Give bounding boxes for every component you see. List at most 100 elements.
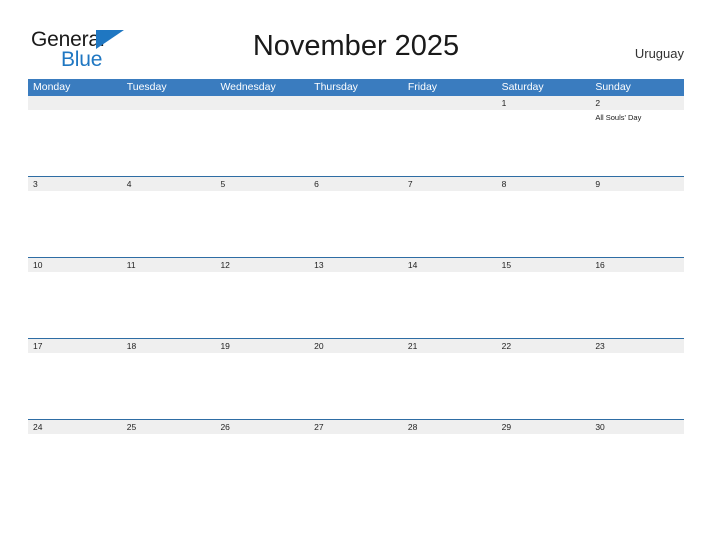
day-number[interactable]: 27 xyxy=(309,420,403,434)
day-number-empty xyxy=(28,96,122,110)
day-number[interactable]: 17 xyxy=(28,339,122,353)
day-cell[interactable] xyxy=(215,110,309,176)
weekday-header-wednesday: Wednesday xyxy=(220,81,276,93)
page-header: General Blue November 2025 Uruguay xyxy=(0,0,712,78)
day-number[interactable]: 14 xyxy=(403,258,497,272)
day-cell[interactable] xyxy=(215,434,309,500)
day-cell[interactable] xyxy=(403,110,497,176)
day-cell[interactable] xyxy=(309,110,403,176)
day-cell[interactable] xyxy=(122,191,216,257)
day-number[interactable]: 18 xyxy=(122,339,216,353)
day-number[interactable]: 13 xyxy=(309,258,403,272)
day-number[interactable]: 26 xyxy=(215,420,309,434)
weekday-header-saturday: Saturday xyxy=(501,81,544,93)
calendar-week-row: 17 18 19 20 21 22 23 xyxy=(28,338,684,419)
day-cell[interactable] xyxy=(122,353,216,419)
day-number[interactable]: 23 xyxy=(590,339,684,353)
calendar-week-row: 24 25 26 27 28 29 30 xyxy=(28,419,684,500)
day-cell[interactable] xyxy=(590,272,684,338)
day-cell[interactable] xyxy=(497,434,591,500)
day-number[interactable]: 21 xyxy=(403,339,497,353)
week-date-band: 24 25 26 27 28 29 30 xyxy=(28,419,684,434)
day-cell[interactable] xyxy=(497,110,591,176)
day-number[interactable]: 24 xyxy=(28,420,122,434)
day-number[interactable]: 28 xyxy=(403,420,497,434)
day-number[interactable]: 5 xyxy=(215,177,309,191)
day-cell[interactable] xyxy=(28,272,122,338)
day-number[interactable]: 7 xyxy=(403,177,497,191)
day-cell[interactable] xyxy=(590,434,684,500)
day-number-empty xyxy=(309,96,403,110)
day-number[interactable]: 10 xyxy=(28,258,122,272)
day-cell[interactable] xyxy=(309,353,403,419)
day-cell[interactable] xyxy=(590,191,684,257)
weekday-header-friday: Friday xyxy=(407,81,438,93)
day-cell[interactable] xyxy=(215,191,309,257)
page-title: November 2025 xyxy=(252,30,460,62)
calendar-week-row: 1 2 All Souls' Day xyxy=(28,96,684,176)
day-number[interactable]: 29 xyxy=(497,420,591,434)
day-number[interactable]: 20 xyxy=(309,339,403,353)
weekday-header-tuesday: Tuesday xyxy=(126,81,167,93)
day-cell[interactable] xyxy=(28,434,122,500)
calendar-grid: Monday Tuesday Wednesday Thursday Friday… xyxy=(28,79,684,500)
day-cell[interactable] xyxy=(28,353,122,419)
day-number[interactable]: 19 xyxy=(215,339,309,353)
day-cell[interactable] xyxy=(497,353,591,419)
holiday-event-label: All Souls' Day xyxy=(595,113,642,122)
calendar-week-row: 10 11 12 13 14 15 16 xyxy=(28,257,684,338)
week-date-band: 3456789 xyxy=(28,176,684,191)
day-number[interactable]: 9 xyxy=(590,177,684,191)
day-number[interactable]: 6 xyxy=(309,177,403,191)
week-event-band xyxy=(28,272,684,338)
day-number[interactable]: 25 xyxy=(122,420,216,434)
week-event-band xyxy=(28,434,684,500)
week-date-band: 17 18 19 20 21 22 23 xyxy=(28,338,684,353)
week-event-band: All Souls' Day xyxy=(28,110,684,176)
day-number-empty xyxy=(122,96,216,110)
day-number[interactable]: 11 xyxy=(122,258,216,272)
day-number[interactable]: 4 xyxy=(122,177,216,191)
day-number[interactable]: 2 xyxy=(590,96,684,110)
day-number[interactable]: 16 xyxy=(590,258,684,272)
day-number[interactable]: 15 xyxy=(497,258,591,272)
week-event-band xyxy=(28,191,684,257)
day-cell[interactable] xyxy=(122,272,216,338)
day-cell[interactable] xyxy=(122,110,216,176)
day-number[interactable]: 1 xyxy=(497,96,591,110)
week-event-band xyxy=(28,353,684,419)
week-date-band: 12 xyxy=(28,96,684,110)
weekday-header-thursday: Thursday xyxy=(314,81,358,93)
day-number[interactable]: 12 xyxy=(215,258,309,272)
week-date-band: 10 11 12 13 14 15 16 xyxy=(28,257,684,272)
day-number-empty xyxy=(215,96,309,110)
day-cell[interactable] xyxy=(28,191,122,257)
day-cell[interactable] xyxy=(497,191,591,257)
day-cell[interactable] xyxy=(215,353,309,419)
day-cell[interactable] xyxy=(403,191,497,257)
day-number[interactable]: 3 xyxy=(28,177,122,191)
day-cell[interactable] xyxy=(309,434,403,500)
day-cell[interactable] xyxy=(497,272,591,338)
day-cell[interactable] xyxy=(122,434,216,500)
day-number[interactable]: 22 xyxy=(497,339,591,353)
day-cell[interactable] xyxy=(403,272,497,338)
day-cell[interactable] xyxy=(309,272,403,338)
calendar-weeks: 1 2 All Souls' Day 3 4 5 6 7 8 9 10 11 12 13 14 15 16 17 1… xyxy=(28,96,684,500)
day-cell[interactable] xyxy=(215,272,309,338)
day-cell[interactable] xyxy=(403,434,497,500)
day-cell[interactable] xyxy=(309,191,403,257)
weekday-header-sunday: Sunday xyxy=(595,81,631,93)
calendar-page: General Blue November 2025 Uruguay Monda… xyxy=(0,0,712,550)
day-cell[interactable] xyxy=(28,110,122,176)
day-cell[interactable] xyxy=(403,353,497,419)
day-cell[interactable] xyxy=(590,353,684,419)
day-number[interactable]: 8 xyxy=(497,177,591,191)
country-label: Uruguay xyxy=(634,46,684,61)
day-number-empty xyxy=(403,96,497,110)
calendar-week-row: 3456789 xyxy=(28,176,684,257)
weekday-header-row: Monday Tuesday Wednesday Thursday Friday… xyxy=(28,79,684,96)
day-number[interactable]: 30 xyxy=(590,420,684,434)
day-cell[interactable]: All Souls' Day xyxy=(590,110,684,176)
weekday-header-monday: Monday xyxy=(33,81,71,93)
